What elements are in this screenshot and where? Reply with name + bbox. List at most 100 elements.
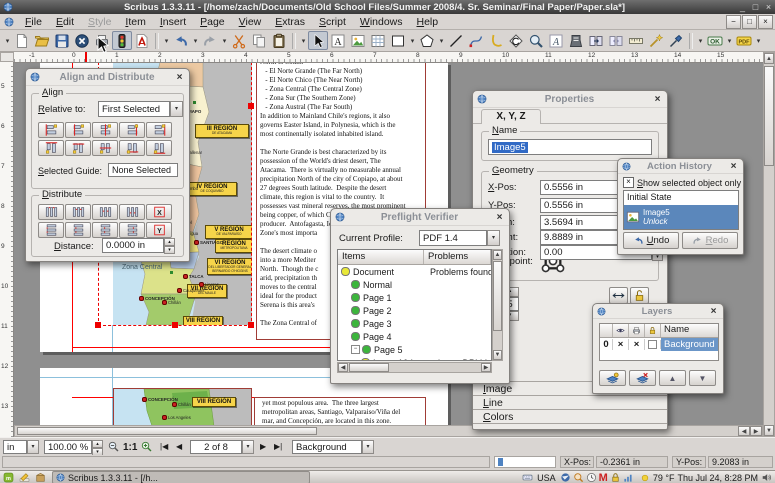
hscroll-thumb[interactable] (17, 427, 317, 435)
undo-button[interactable]: Undo (623, 232, 679, 249)
package-launcher-icon[interactable] (35, 472, 46, 483)
insert-shape-button[interactable] (388, 31, 408, 50)
network-tray-icon[interactable] (560, 472, 571, 483)
volume-icon[interactable] (761, 472, 772, 483)
unit-dropdown-icon[interactable]: ▾ (27, 440, 39, 454)
align-button-8[interactable] (92, 140, 118, 156)
checkbox-check-icon[interactable]: × (623, 177, 634, 188)
menu-help[interactable]: Help (410, 15, 446, 29)
align-dialog-titlebar[interactable]: Align and Distribute × (26, 69, 189, 86)
lock-tray-icon[interactable] (610, 472, 621, 483)
ok-export-button[interactable]: OK (705, 31, 725, 50)
preflight-row[interactable]: Normal (338, 278, 491, 291)
layers-titlebar[interactable]: Layers × (593, 304, 723, 319)
close-icon[interactable]: × (762, 2, 775, 12)
layers-table[interactable]: Name 0 × × Background (599, 323, 719, 361)
dropdown-arrow-icon[interactable]: ▾ (299, 37, 308, 45)
measurements-button[interactable] (626, 31, 646, 50)
insert-image-frame-button[interactable] (348, 31, 368, 50)
preflight-row[interactable]: Page 4 (338, 330, 491, 343)
scroll-right-icon[interactable]: ▶ (750, 426, 762, 436)
list-item[interactable]: Initial State (624, 191, 738, 205)
pdf-tools-button[interactable]: PDF (734, 31, 754, 50)
history-list[interactable]: Initial State Image5 Unlock (623, 190, 739, 230)
properties-titlebar[interactable]: Properties × (473, 91, 667, 108)
ruler-origin-box[interactable] (0, 52, 14, 62)
weather-icon[interactable] (640, 473, 650, 483)
preflight-row[interactable]: −Page 5 (338, 343, 491, 356)
rotate-item-button[interactable] (506, 31, 526, 50)
editor-launcher-icon[interactable] (19, 472, 30, 483)
mdi-restore-icon[interactable]: □ (742, 15, 757, 29)
resize-handle-bottom-right[interactable] (248, 322, 254, 328)
flip-horizontal-button[interactable] (609, 287, 628, 304)
distribute-button-5[interactable]: X (146, 204, 172, 220)
mdi-close-icon[interactable]: × (758, 15, 773, 29)
preflight-vscrollbar[interactable]: ▲ ▼ (492, 249, 503, 361)
layer-visible-checkbox[interactable]: × (613, 339, 629, 350)
close-icon[interactable]: × (494, 212, 505, 223)
preflight-row[interactable]: Page 1 (338, 291, 491, 304)
menu-edit[interactable]: Edit (49, 15, 81, 29)
redo-button[interactable] (200, 31, 220, 50)
dropdown-arrow-icon[interactable]: ▾ (408, 37, 417, 45)
layer-name[interactable]: Background (661, 338, 718, 351)
vertical-ruler[interactable]: 5678910111213 (0, 62, 14, 437)
next-page-icon[interactable]: ▶ (260, 442, 266, 451)
zoom-spinner[interactable]: ▴▾ (92, 440, 103, 454)
profile-dropdown-icon[interactable]: ▾ (487, 230, 500, 246)
page-indicator-select[interactable]: 2 of 8 (190, 440, 242, 454)
dropdown-arrow-icon[interactable]: ▾ (725, 37, 734, 45)
distribute-button-9[interactable] (119, 222, 145, 238)
zoom-level-field[interactable]: 100.00 % (44, 440, 92, 454)
preflight-row[interactable]: DocumentProblems found (338, 265, 491, 278)
table-header[interactable]: Items Problems (338, 250, 491, 265)
preflight-titlebar[interactable]: Preflight Verifier × (331, 209, 509, 226)
menu-windows[interactable]: Windows (353, 15, 410, 29)
redo-button[interactable]: Redo (682, 232, 738, 249)
dropdown-arrow-icon[interactable]: ▾ (162, 37, 171, 45)
resize-handle-bottom-center[interactable] (172, 322, 178, 328)
edit-contents-button[interactable]: A (546, 31, 566, 50)
menu-style[interactable]: Style (81, 15, 118, 29)
search-tray-icon[interactable] (573, 472, 584, 483)
show-selected-checkbox[interactable]: × Show selected object only (623, 177, 741, 188)
menu-view[interactable]: View (232, 15, 269, 29)
distribute-button-10[interactable]: Y (146, 222, 172, 238)
close-document-button[interactable] (72, 31, 92, 50)
insert-table-button[interactable] (368, 31, 388, 50)
preflight-items-table[interactable]: Items Problems DocumentProblems foundNor… (337, 249, 492, 361)
section-colors[interactable]: Colors (483, 411, 513, 423)
align-button-9[interactable] (119, 140, 145, 156)
menu-launcher-icon[interactable]: m (3, 472, 14, 483)
export-pdf-button[interactable] (132, 31, 152, 50)
close-icon[interactable]: × (174, 72, 185, 83)
new-document-button[interactable] (12, 31, 32, 50)
delete-layer-button[interactable] (629, 370, 656, 386)
dropdown-arrow-icon[interactable]: ▾ (437, 37, 446, 45)
items-column-header[interactable]: Items (338, 250, 424, 264)
zoom-1to1-button[interactable]: 1:1 (123, 442, 137, 453)
menu-extras[interactable]: Extras (268, 15, 312, 29)
action-history-dialog[interactable]: Action History × × Show selected object … (617, 158, 744, 255)
align-distribute-dialog[interactable]: Align and Distribute × Align Relative to… (25, 68, 190, 262)
menu-insert[interactable]: Insert (153, 15, 193, 29)
distribute-button-4[interactable] (119, 204, 145, 220)
zoom-in-icon[interactable] (140, 440, 153, 453)
open-button[interactable] (32, 31, 52, 50)
preflight-hscrollbar[interactable]: ◀ ▶ (337, 362, 492, 373)
problems-column-header[interactable]: Problems (424, 250, 491, 264)
clock-tray-icon[interactable] (586, 472, 597, 483)
section-line[interactable]: Line (483, 397, 503, 409)
paste-button[interactable] (269, 31, 289, 50)
profile-select[interactable]: PDF 1.4 (419, 230, 487, 246)
layer-lock-checkbox[interactable] (645, 340, 661, 349)
section-image[interactable]: Image (483, 383, 512, 395)
add-layer-button[interactable] (599, 370, 626, 386)
signal-tray-icon[interactable] (623, 472, 634, 483)
list-item-selected[interactable]: Image5 Unlock (624, 205, 738, 229)
insert-polygon-button[interactable] (417, 31, 437, 50)
horizontal-ruler[interactable]: -10123456789101112131415 (14, 52, 763, 63)
distance-spinner[interactable]: ▴▾ (164, 238, 175, 253)
clock-label[interactable]: Thu Jul 24, 8:28 PM (677, 473, 758, 483)
